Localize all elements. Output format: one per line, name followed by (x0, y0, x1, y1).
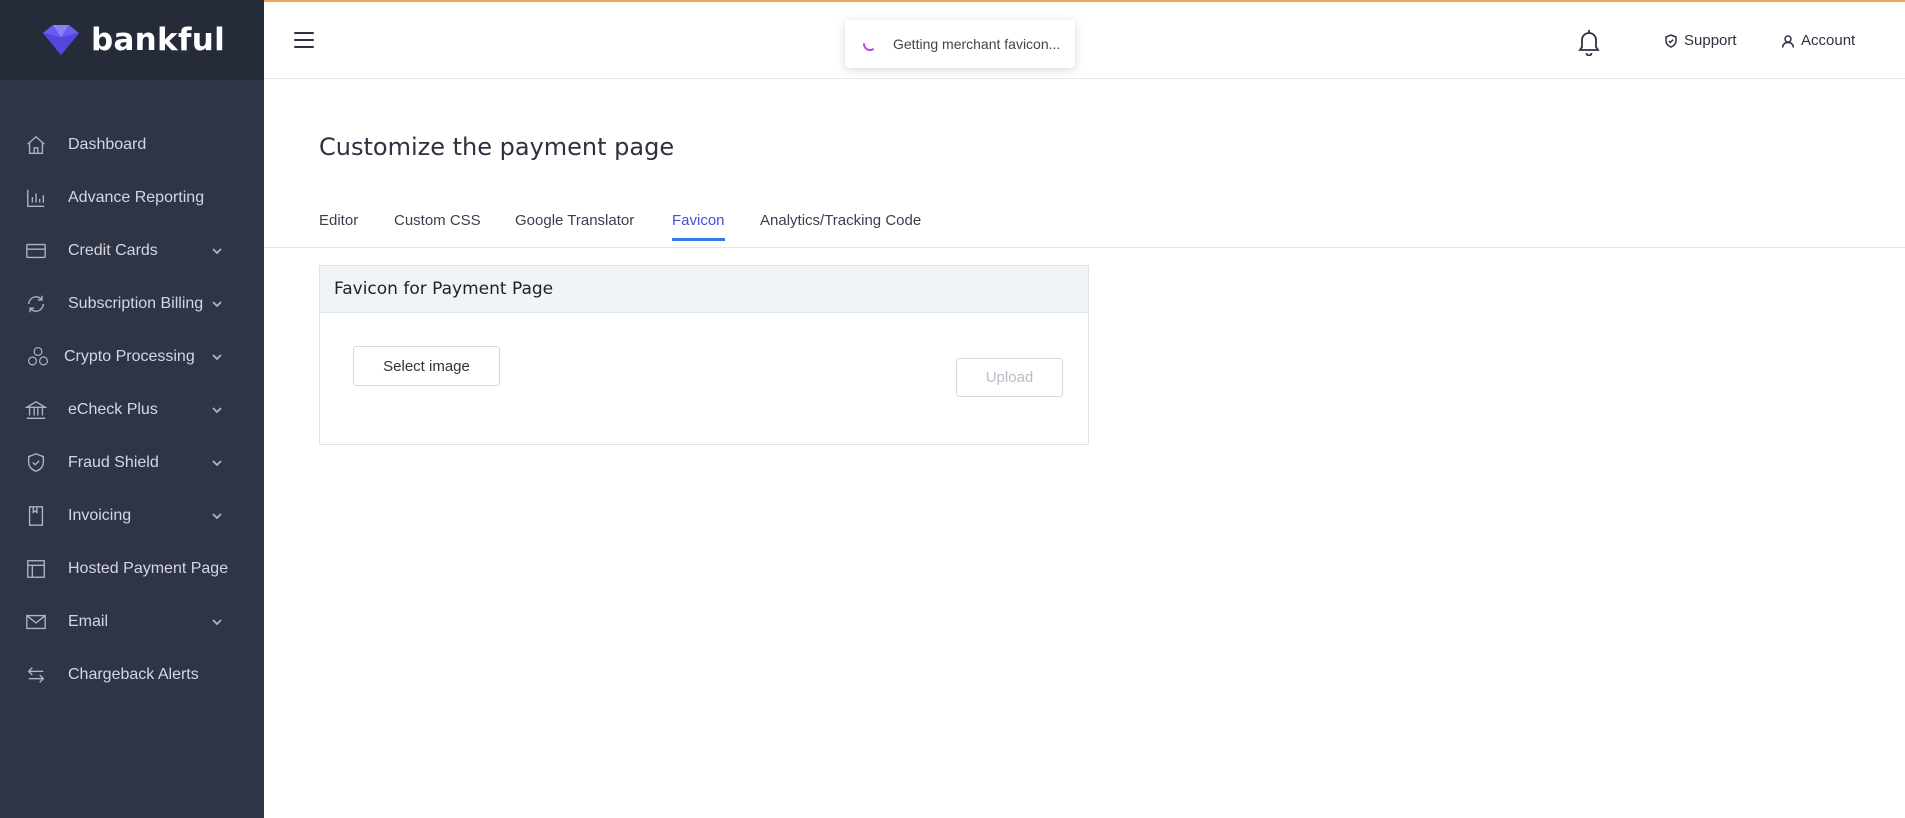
home-icon (24, 133, 48, 157)
support-label: Support (1684, 32, 1737, 49)
coins-icon (24, 345, 52, 369)
brand[interactable]: bankful (0, 0, 264, 80)
chevron-down-icon[interactable] (210, 509, 224, 523)
account-label: Account (1801, 32, 1856, 49)
account-link[interactable]: Account (1781, 32, 1855, 49)
document-icon (24, 504, 48, 528)
mail-icon (24, 610, 48, 634)
sidebar-item-label: Dashboard (68, 135, 147, 153)
support-link[interactable]: Support (1664, 32, 1737, 49)
chevron-down-icon[interactable] (210, 350, 224, 364)
sidebar-item-invoicing[interactable]: Invoicing (0, 489, 264, 542)
sidebar-item-crypto-processing[interactable]: Crypto Processing (0, 330, 264, 383)
sidebar-item-label: Crypto Processing (64, 347, 195, 365)
sidebar-item-label: Invoicing (68, 506, 132, 524)
sidebar-item-label: Subscription Billing (68, 294, 204, 312)
favicon-card: Favicon for Payment Page Select image Up… (319, 265, 1089, 445)
toast-message: Getting merchant favicon... (893, 36, 1061, 52)
select-image-button[interactable]: Select image (353, 346, 500, 386)
top-header: Getting merchant favicon... Support Acco… (264, 2, 1905, 79)
sidebar-item-label: Fraud Shield (68, 453, 159, 471)
page-title: Customize the payment page (319, 133, 675, 161)
sidebar-item-label: Advance Reporting (68, 188, 205, 206)
customize-tabs: Editor Custom CSS Google Translator Favi… (264, 205, 1905, 248)
refresh-icon (24, 292, 48, 316)
sidebar: bankful Dashboard Advance Reporting Cred… (0, 0, 264, 818)
sidebar-item-hosted-payment-page[interactable]: Hosted Payment Page (0, 542, 264, 595)
sidebar-item-echeck-plus[interactable]: eCheck Plus (0, 383, 264, 436)
tab-analytics-tracking-code[interactable]: Analytics/Tracking Code (760, 212, 921, 241)
sidebar-item-credit-cards[interactable]: Credit Cards (0, 224, 264, 277)
tab-google-translator[interactable]: Google Translator (515, 212, 634, 241)
sidebar-item-chargeback-alerts[interactable]: Chargeback Alerts (0, 648, 264, 701)
sidebar-item-subscription-billing[interactable]: Subscription Billing (0, 277, 264, 330)
sidebar-item-email[interactable]: Email (0, 595, 264, 648)
layout-icon (24, 557, 48, 581)
sidebar-item-label: Hosted Payment Page (68, 559, 229, 577)
chevron-down-icon[interactable] (210, 244, 224, 258)
bank-icon (24, 398, 48, 422)
bankful-logo-icon (42, 25, 79, 55)
tab-favicon[interactable]: Favicon (672, 212, 725, 241)
brand-name: bankful (90, 22, 226, 58)
sidebar-item-label: Email (68, 612, 109, 630)
card-title: Favicon for Payment Page (320, 266, 1088, 313)
shield-check-icon (1665, 33, 1677, 48)
spinner-icon (863, 43, 874, 51)
sidebar-item-label: Credit Cards (68, 241, 158, 259)
menu-toggle-icon[interactable] (294, 32, 314, 48)
sidebar-item-label: eCheck Plus (68, 400, 158, 418)
tab-editor[interactable]: Editor (319, 212, 358, 241)
sidebar-item-label: Chargeback Alerts (68, 665, 199, 683)
credit-card-icon (24, 239, 48, 263)
transfer-arrows-icon (24, 663, 48, 687)
bar-chart-icon (24, 186, 48, 210)
chevron-down-icon[interactable] (210, 403, 224, 417)
sidebar-item-advance-reporting[interactable]: Advance Reporting (0, 171, 264, 224)
tab-custom-css[interactable]: Custom CSS (394, 212, 481, 241)
chevron-down-icon[interactable] (210, 615, 224, 629)
upload-button[interactable]: Upload (956, 358, 1063, 397)
user-icon (1781, 34, 1795, 48)
shield-check-icon (24, 451, 48, 475)
sidebar-item-dashboard[interactable]: Dashboard (0, 118, 264, 171)
chevron-down-icon[interactable] (210, 456, 224, 470)
chevron-down-icon[interactable] (210, 297, 224, 311)
loading-toast: Getting merchant favicon... (845, 20, 1075, 68)
sidebar-nav: Dashboard Advance Reporting Credit Cards… (0, 80, 264, 701)
sidebar-item-fraud-shield[interactable]: Fraud Shield (0, 436, 264, 489)
notification-bell-icon[interactable] (1576, 28, 1602, 57)
